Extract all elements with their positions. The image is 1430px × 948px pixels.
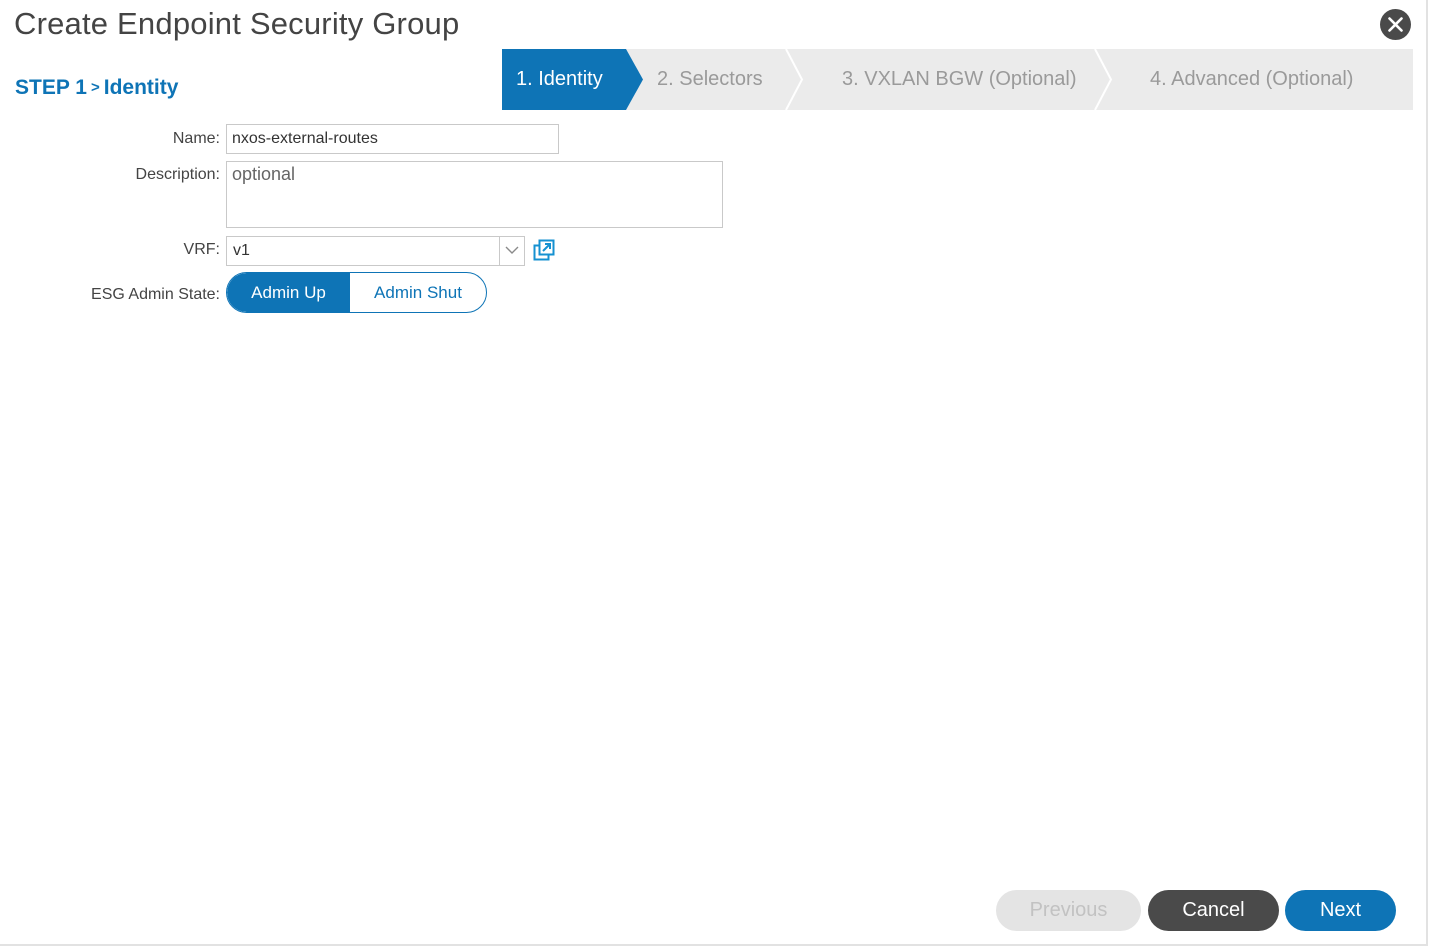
step-indicator: STEP 1 > Identity	[15, 76, 178, 100]
admin-up-button[interactable]: Admin Up	[227, 273, 350, 312]
next-button[interactable]: Next	[1285, 890, 1396, 931]
vrf-label: VRF:	[183, 241, 220, 258]
close-icon	[1388, 17, 1403, 32]
step-name: Identity	[103, 76, 179, 99]
step-separator: >	[90, 79, 100, 96]
vrf-value: v1	[233, 242, 250, 259]
create-esg-dialog: Create Endpoint Security Group STEP 1 > Id…	[0, 0, 1428, 946]
admin-state-label: ESG Admin State:	[91, 286, 220, 303]
admin-state-toggle: Admin Up Admin Shut	[226, 272, 487, 313]
previous-button[interactable]: Previous	[996, 890, 1141, 931]
name-input[interactable]	[226, 124, 559, 154]
name-label: Name:	[172, 130, 220, 147]
popout-icon[interactable]	[533, 239, 555, 266]
wizard-steps: 1. Identity 2. Selectors 3. VXLAN BGW (O…	[502, 49, 1413, 110]
chevron-down-icon	[505, 246, 519, 254]
close-button[interactable]	[1380, 9, 1411, 40]
vrf-select[interactable]: v1	[226, 236, 525, 266]
description-input[interactable]	[226, 161, 723, 228]
wizard-step-vxlan-bgw[interactable]: 3. VXLAN BGW (Optional)	[842, 49, 1077, 110]
cancel-button[interactable]: Cancel	[1148, 890, 1279, 931]
wizard-step-advanced[interactable]: 4. Advanced (Optional)	[1150, 49, 1353, 110]
description-label: Description:	[135, 166, 220, 183]
wizard-step-identity[interactable]: 1. Identity	[516, 49, 603, 110]
admin-shut-button[interactable]: Admin Shut	[350, 273, 486, 312]
step-number: STEP 1	[15, 76, 87, 99]
wizard-step-selectors[interactable]: 2. Selectors	[657, 49, 763, 110]
vrf-dropdown-toggle[interactable]	[499, 237, 524, 265]
dialog-title: Create Endpoint Security Group	[14, 6, 460, 41]
